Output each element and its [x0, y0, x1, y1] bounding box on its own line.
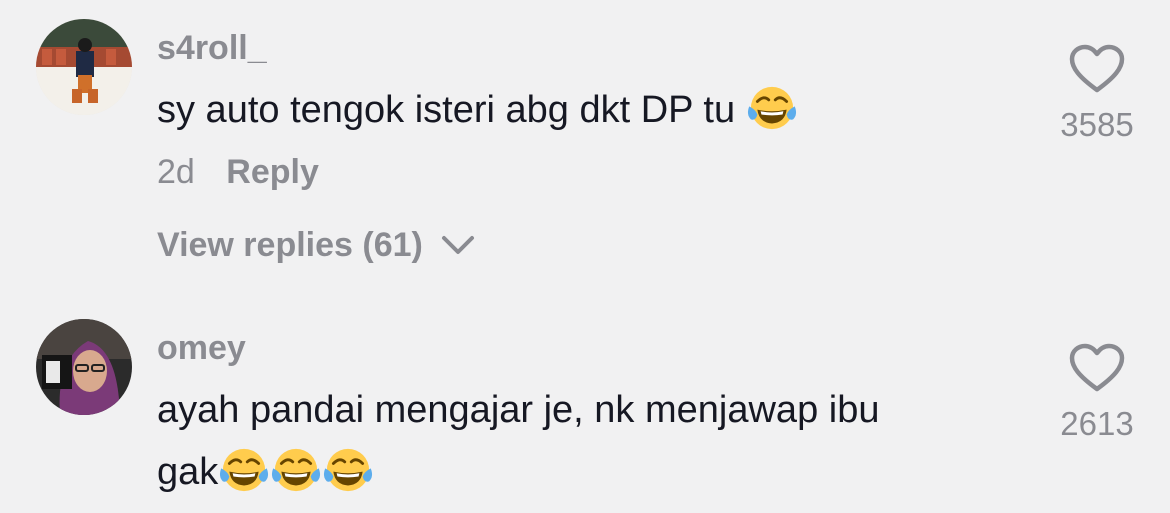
comment-username[interactable]: omey: [157, 331, 246, 365]
like-control[interactable]: 2613: [1037, 343, 1157, 440]
heart-icon[interactable]: [1069, 343, 1125, 393]
avatar[interactable]: [36, 319, 132, 415]
avatar-photo: [36, 319, 132, 415]
comment-item: omey ayah pandai mengajar je, nk menjawa…: [0, 0, 1170, 513]
comment-text-line2: gak: [157, 451, 219, 493]
face-with-tears-of-joy-icon: [218, 444, 270, 496]
face-with-tears-of-joy-icon: [322, 444, 374, 496]
face-with-tears-of-joy-icon: [270, 444, 322, 496]
comment-text: gak: [157, 440, 374, 504]
comment-text-line1: ayah pandai mengajar je, nk menjawap ibu: [157, 389, 880, 431]
comment-text: ayah pandai mengajar je, nk menjawap ibu: [157, 378, 879, 442]
like-count: 2613: [1060, 405, 1134, 442]
